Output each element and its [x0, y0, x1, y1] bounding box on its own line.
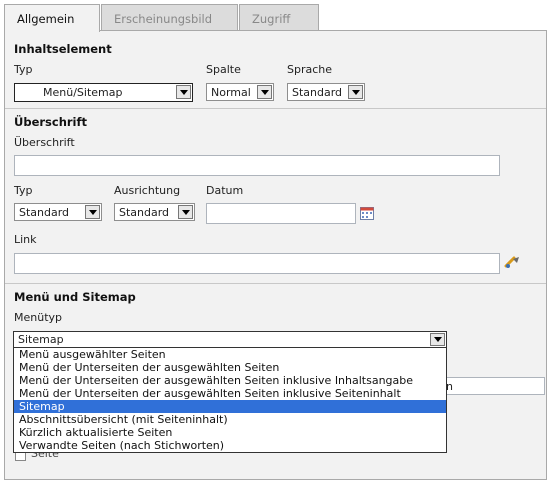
- dropdown-option[interactable]: Menü der Unterseiten der ausgewählten Se…: [14, 374, 446, 387]
- language-value: Standard: [292, 86, 343, 99]
- alignment-label: Ausrichtung: [114, 184, 181, 197]
- tab-bar: Allgemein Erscheinungsbild Zugriff: [0, 0, 547, 32]
- content-type-value: Menü/Sitemap: [43, 86, 123, 99]
- section-header-menu: Menü und Sitemap: [14, 290, 136, 304]
- section-divider: [5, 108, 546, 109]
- heading-type-label: Typ: [14, 184, 33, 197]
- dropdown-option[interactable]: Abschnittsübersicht (mit Seiteninhalt): [14, 413, 446, 426]
- link-input[interactable]: [14, 253, 500, 274]
- chevron-down-icon: [85, 205, 100, 219]
- hidden-field-fragment: n: [446, 380, 453, 393]
- tab-label: Allgemein: [17, 12, 75, 26]
- date-input[interactable]: [206, 203, 356, 224]
- ueberschrift-label: Überschrift: [14, 136, 75, 149]
- alignment-value: Standard: [119, 206, 170, 219]
- language-select[interactable]: Standard: [287, 83, 365, 101]
- menu-type-value: Sitemap: [18, 333, 64, 346]
- dropdown-option[interactable]: Menü ausgewählter Seiten: [14, 348, 446, 361]
- chevron-down-icon: [178, 205, 193, 219]
- dropdown-option[interactable]: Verwandte Seiten (nach Stichworten): [14, 439, 446, 452]
- typ-label: Typ: [14, 63, 33, 76]
- column-value: Normal: [211, 86, 251, 99]
- tab-label: Zugriff: [252, 12, 291, 26]
- section-divider: [5, 283, 546, 284]
- spalte-label: Spalte: [206, 63, 241, 76]
- section-header-inhaltselement: Inhaltselement: [14, 42, 112, 56]
- chevron-down-icon: [348, 85, 363, 99]
- heading-type-value: Standard: [19, 206, 70, 219]
- alignment-select[interactable]: Standard: [114, 203, 195, 221]
- chevron-down-icon: [176, 85, 191, 99]
- content-type-select[interactable]: Menü/Sitemap: [14, 83, 193, 102]
- dropdown-option[interactable]: Menü der Unterseiten der ausgewählten Se…: [14, 361, 446, 374]
- menutyp-label: Menütyp: [14, 311, 63, 324]
- link-wizard-icon[interactable]: [504, 254, 522, 273]
- tab-zugriff[interactable]: Zugriff: [239, 4, 319, 31]
- link-label: Link: [14, 233, 37, 246]
- menu-type-dropdown-list[interactable]: Menü ausgewählter Seiten Menü der Unters…: [13, 347, 447, 453]
- dropdown-option[interactable]: Menü der Unterseiten der ausgewählten Se…: [14, 387, 446, 400]
- dropdown-option-selected[interactable]: Sitemap: [14, 400, 446, 413]
- sprache-label: Sprache: [287, 63, 333, 76]
- menu-type-select[interactable]: Sitemap: [13, 331, 447, 348]
- dropdown-option[interactable]: Kürzlich aktualisierte Seiten: [14, 426, 446, 439]
- chevron-down-icon: [430, 333, 445, 346]
- tab-erscheinungsbild[interactable]: Erscheinungsbild: [101, 4, 238, 31]
- column-select[interactable]: Normal: [206, 83, 274, 101]
- section-header-ueberschrift: Überschrift: [14, 115, 88, 129]
- tab-label: Erscheinungsbild: [114, 12, 213, 26]
- heading-type-select[interactable]: Standard: [14, 203, 102, 221]
- heading-input[interactable]: [14, 155, 500, 176]
- tab-allgemein[interactable]: Allgemein: [4, 4, 100, 32]
- calendar-icon[interactable]: [360, 206, 374, 223]
- hidden-field[interactable]: n: [440, 377, 545, 395]
- chevron-down-icon: [257, 85, 272, 99]
- date-label: Datum: [206, 184, 244, 197]
